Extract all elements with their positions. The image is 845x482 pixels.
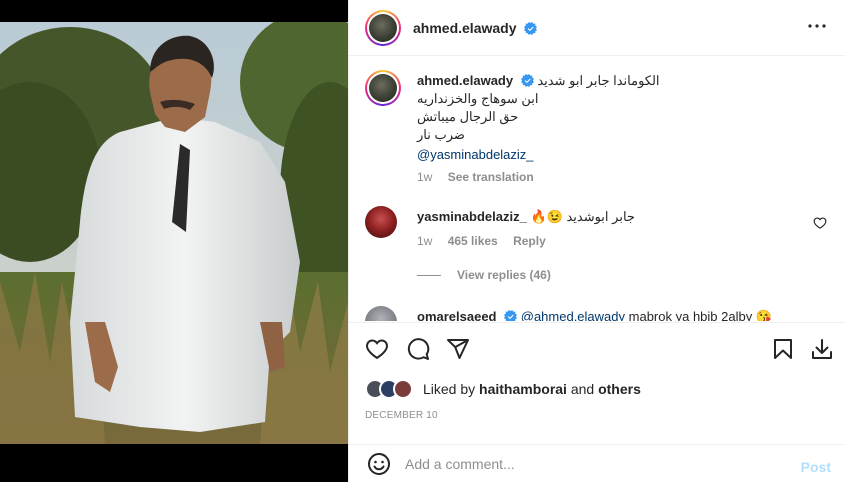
liked-by-user[interactable]: haithamborai [479,381,567,397]
caption-line-2: ابن سوهاج والخزنداريه [417,91,539,106]
comment-mention[interactable]: @ahmed.elawady [521,309,625,321]
download-icon[interactable] [808,335,836,363]
instagram-post: ahmed.elawady ahmed.elawady الكوماندا جا… [0,0,845,482]
verified-badge-icon [520,74,534,87]
add-comment-bar: Post [349,444,845,482]
commenter-username[interactable]: omarelsaeed [417,309,497,321]
post-photo[interactable] [0,22,348,444]
comment-text: جابر ابوشديد 😉🔥 [530,209,635,224]
comment-2: omarelsaeed @ahmed.elawady mabrok ya hbi… [365,306,829,321]
post-comment-button[interactable]: Post [801,459,831,475]
comment-age[interactable]: 1w [417,234,432,248]
comment-likes[interactable]: 465 likes [448,234,498,248]
more-options-icon[interactable] [805,14,829,38]
liked-by-prefix: Liked by [423,381,476,397]
bookmark-icon[interactable] [769,335,797,363]
caption: ahmed.elawady الكوماندا جابر ابو شديد اب… [365,70,829,190]
comment-reply-button[interactable]: Reply [513,234,546,248]
caption-avatar[interactable] [365,70,401,106]
caption-mention[interactable]: @yasminabdelaziz_ [417,147,534,162]
comment-heart-icon[interactable] [813,216,827,230]
replies-divider [417,274,441,276]
action-bar [349,322,845,374]
see-translation-link[interactable]: See translation [448,170,534,184]
emoji-icon[interactable] [365,450,393,478]
post-media [0,0,348,482]
liked-by: Liked by haithamborai and others [365,378,641,400]
verified-badge-icon [524,21,538,35]
comment-icon[interactable] [404,335,432,363]
author-avatar[interactable] [365,9,401,46]
post-sidebar: ahmed.elawady ahmed.elawady الكوماندا جا… [348,0,845,482]
post-date[interactable]: DECEMBER 10 [365,410,438,421]
comments-list[interactable]: ahmed.elawady الكوماندا جابر ابو شديد اب… [349,56,845,321]
liked-by-others[interactable]: others [598,381,641,397]
comment-input[interactable] [405,455,765,472]
author-username[interactable]: ahmed.elawady [413,20,538,36]
heart-icon[interactable] [363,335,391,363]
caption-line-4: ضرب نار [417,127,465,142]
liker-avatars[interactable] [365,378,419,400]
liked-by-and: and [570,381,595,397]
post-header: ahmed.elawady [349,0,845,56]
view-replies-button[interactable]: View replies (46) [417,268,551,282]
commenter-avatar[interactable] [365,206,397,238]
commenter-avatar[interactable] [365,306,397,321]
author-username-text[interactable]: ahmed.elawady [413,20,517,36]
verified-badge-icon [504,310,518,321]
share-icon[interactable] [444,335,472,363]
commenter-username[interactable]: yasminabdelaziz_ [417,209,527,224]
comment-text: mabrok ya hbib 2alby 😘 [628,309,773,321]
view-replies-label[interactable]: View replies (46) [457,268,551,282]
caption-age[interactable]: 1w [417,170,432,184]
caption-line-3: حق الرجال ميباتش [417,109,519,124]
caption-username[interactable]: ahmed.elawady [417,73,513,88]
comment-1: yasminabdelaziz_ جابر ابوشديد 😉🔥 1w 465 … [365,206,829,266]
caption-line-1: الكوماندا جابر ابو شديد [537,73,660,88]
